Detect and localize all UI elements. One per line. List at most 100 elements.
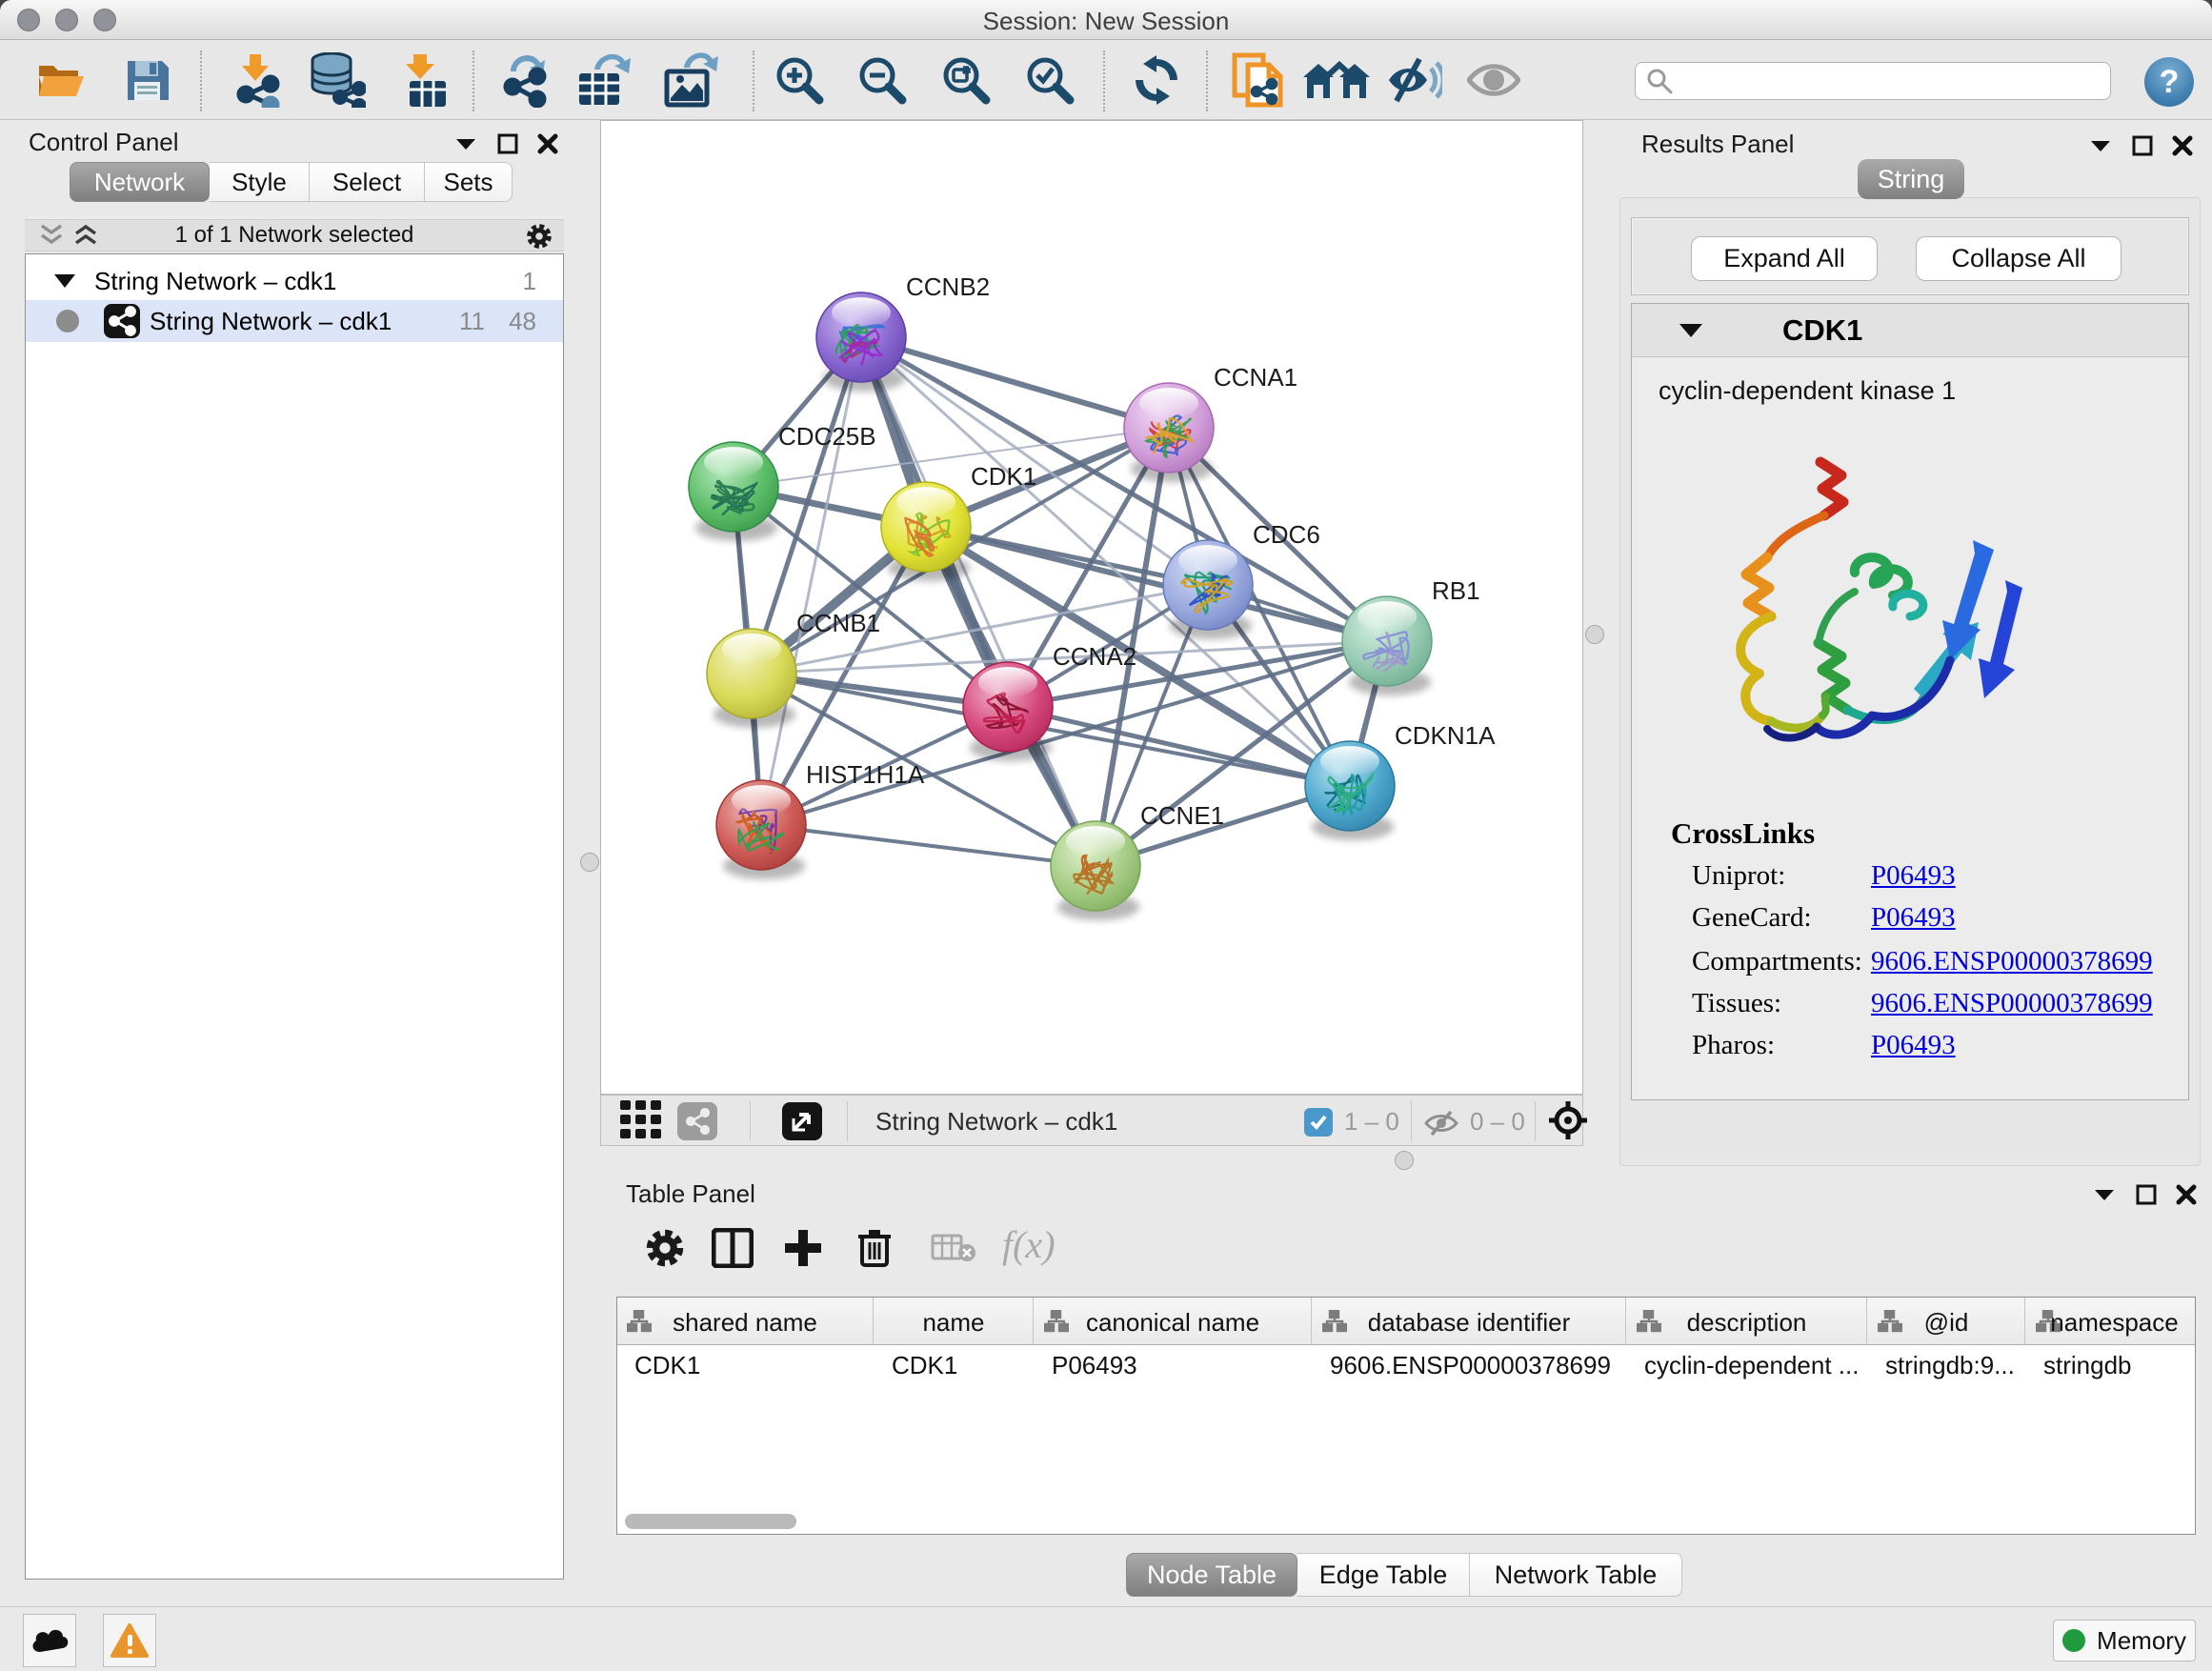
column-header-shared-name[interactable]: shared name [617, 1298, 874, 1345]
network-view-title: String Network – cdk1 [875, 1107, 1117, 1137]
graph-node-CCNE1[interactable]: CCNE1 [1051, 801, 1224, 920]
tab-edge-table[interactable]: Edge Table [1297, 1553, 1470, 1597]
expand-all-button[interactable]: Expand All [1691, 236, 1878, 281]
table-cell[interactable]: cyclin-dependent ... [1627, 1345, 1868, 1385]
graph-node-CDC25B[interactable]: CDC25B [689, 422, 876, 541]
show-column-button[interactable] [712, 1228, 754, 1268]
show-all-button[interactable] [1467, 60, 1520, 100]
table-hscrollbar[interactable] [619, 1514, 2191, 1531]
table-settings-button[interactable] [645, 1228, 685, 1268]
panel-float-icon[interactable] [497, 133, 518, 154]
network-row-selected[interactable]: String Network – cdk1 11 48 [26, 300, 563, 342]
crosslink-link[interactable]: P06493 [1871, 902, 1956, 934]
birdseye-button[interactable] [1548, 1100, 1588, 1140]
export-image-button[interactable] [661, 52, 720, 108]
column-header-canonical-name[interactable]: canonical name [1035, 1298, 1312, 1345]
table-cell[interactable]: 9606.ENSP00000378699 [1313, 1345, 1627, 1385]
table-cell[interactable]: CDK1 [875, 1345, 1035, 1385]
results-tab-string[interactable]: String [1858, 159, 1964, 199]
network-selection-bar: 1 of 1 Network selected [25, 219, 564, 252]
zoom-selected-button[interactable] [1024, 54, 1076, 106]
import-table-file-button[interactable] [398, 52, 448, 108]
tab-node-table[interactable]: Node Table [1126, 1553, 1297, 1597]
zoom-in-button[interactable] [774, 54, 825, 106]
crosslink-link[interactable]: 9606.ENSP00000378699 [1871, 988, 2153, 1019]
table-cell[interactable]: P06493 [1035, 1345, 1313, 1385]
panel-float-icon[interactable] [2136, 1184, 2157, 1205]
graph-node-HIST1H1A[interactable]: HIST1H1A [716, 760, 925, 879]
grid-view-button[interactable] [620, 1100, 662, 1140]
export-image-icon [661, 52, 720, 108]
first-neighbors-button[interactable] [1301, 56, 1372, 104]
tree-expander-icon[interactable] [52, 272, 77, 290]
left-splitter-handle[interactable] [580, 853, 599, 872]
open-in-window-button[interactable] [782, 1102, 822, 1140]
panel-menu-icon[interactable] [453, 136, 478, 151]
graph-node-CDK1[interactable]: CDK1 [881, 462, 1036, 581]
node-gloss-highlight [896, 487, 955, 517]
column-header-description[interactable]: description [1627, 1298, 1867, 1345]
import-network-database-button[interactable] [307, 52, 366, 108]
help-button[interactable]: ? [2144, 57, 2194, 107]
zoom-fit-button[interactable] [940, 54, 992, 106]
results-entry-header[interactable]: CDK1 [1632, 304, 2188, 357]
entry-expander-icon[interactable] [1678, 321, 1704, 340]
column-header-database-identifier[interactable]: database identifier [1313, 1298, 1626, 1345]
gear-icon[interactable] [526, 223, 553, 250]
graph-edge-CCNB2-CCNA1[interactable] [861, 337, 1169, 428]
crosslink-link[interactable]: 9606.ENSP00000378699 [1871, 946, 2153, 977]
panel-float-icon[interactable] [2132, 135, 2153, 156]
panel-menu-icon[interactable] [2092, 1187, 2117, 1202]
graph-node-CCNA1[interactable]: CCNA1 [1124, 363, 1297, 482]
delete-column-button[interactable] [856, 1227, 893, 1269]
table-cell[interactable]: stringdb:9... [1868, 1345, 2026, 1385]
warnings-button[interactable] [103, 1614, 156, 1667]
column-header--id[interactable]: @id [1868, 1298, 2025, 1345]
crosslink-link[interactable]: P06493 [1871, 860, 1956, 892]
cloud-button[interactable] [23, 1614, 76, 1667]
panel-close-icon[interactable] [537, 133, 558, 154]
memory-button[interactable]: Memory [2053, 1620, 2196, 1661]
zoom-out-button[interactable] [856, 54, 908, 106]
graph-edge-CCNA2-CDKN1A[interactable] [1008, 707, 1350, 786]
graph-edge-CCNB2-HIST1H1A[interactable] [761, 337, 861, 825]
tab-style[interactable]: Style [210, 162, 310, 202]
table-hscrollbar-thumb[interactable] [625, 1514, 796, 1529]
right-splitter-handle[interactable] [1585, 625, 1604, 644]
bottom-splitter-handle[interactable] [1395, 1151, 1414, 1170]
table-row[interactable]: CDK1CDK1P064939606.ENSP00000378699cyclin… [617, 1345, 2195, 1385]
panel-close-icon[interactable] [2172, 135, 2193, 156]
graph-node-CCNB2[interactable]: CCNB2 [816, 272, 990, 392]
table-cell[interactable]: CDK1 [617, 1345, 875, 1385]
crosslink-link[interactable]: P06493 [1871, 1030, 1956, 1061]
clone-network-button[interactable] [1231, 51, 1286, 109]
tab-network-table[interactable]: Network Table [1470, 1553, 1682, 1597]
open-session-button[interactable] [36, 58, 86, 102]
import-network-file-button[interactable] [231, 52, 280, 108]
export-table-button[interactable] [575, 52, 633, 108]
network-collection-row[interactable]: String Network – cdk1 1 [26, 262, 563, 300]
graph-node-CDKN1A[interactable]: CDKN1A [1305, 721, 1496, 840]
panel-close-icon[interactable] [2176, 1184, 2197, 1205]
collapse-all-button[interactable]: Collapse All [1916, 236, 2122, 281]
graph-edge-HIST1H1A-CCNE1[interactable] [761, 825, 1096, 866]
network-canvas[interactable]: CCNB2CCNA1CDC25BCDK1CDC6RB1CCNB1CCNA2CDK… [600, 120, 1583, 1095]
tab-select[interactable]: Select [310, 162, 425, 202]
graph-node-RB1[interactable]: RB1 [1342, 576, 1480, 695]
selected-checkbox-icon[interactable] [1304, 1108, 1333, 1137]
network-type-button[interactable] [677, 1102, 717, 1140]
export-network-button[interactable] [499, 52, 553, 108]
column-header-name[interactable]: name [875, 1298, 1034, 1345]
search-input[interactable] [1674, 65, 2110, 97]
create-column-button[interactable] [783, 1228, 823, 1268]
hide-selected-button[interactable] [1387, 57, 1442, 103]
function-builder-button[interactable]: f(x) [1002, 1222, 1056, 1267]
column-header-namespace[interactable]: namespace [2026, 1298, 2196, 1345]
refresh-view-button[interactable] [1130, 55, 1183, 105]
delete-table-button[interactable] [931, 1232, 976, 1264]
tab-network[interactable]: Network [70, 162, 210, 202]
save-session-button[interactable] [124, 57, 171, 103]
table-cell[interactable]: stringdb [2026, 1345, 2196, 1385]
tab-sets[interactable]: Sets [425, 162, 513, 202]
panel-menu-icon[interactable] [2088, 138, 2113, 153]
